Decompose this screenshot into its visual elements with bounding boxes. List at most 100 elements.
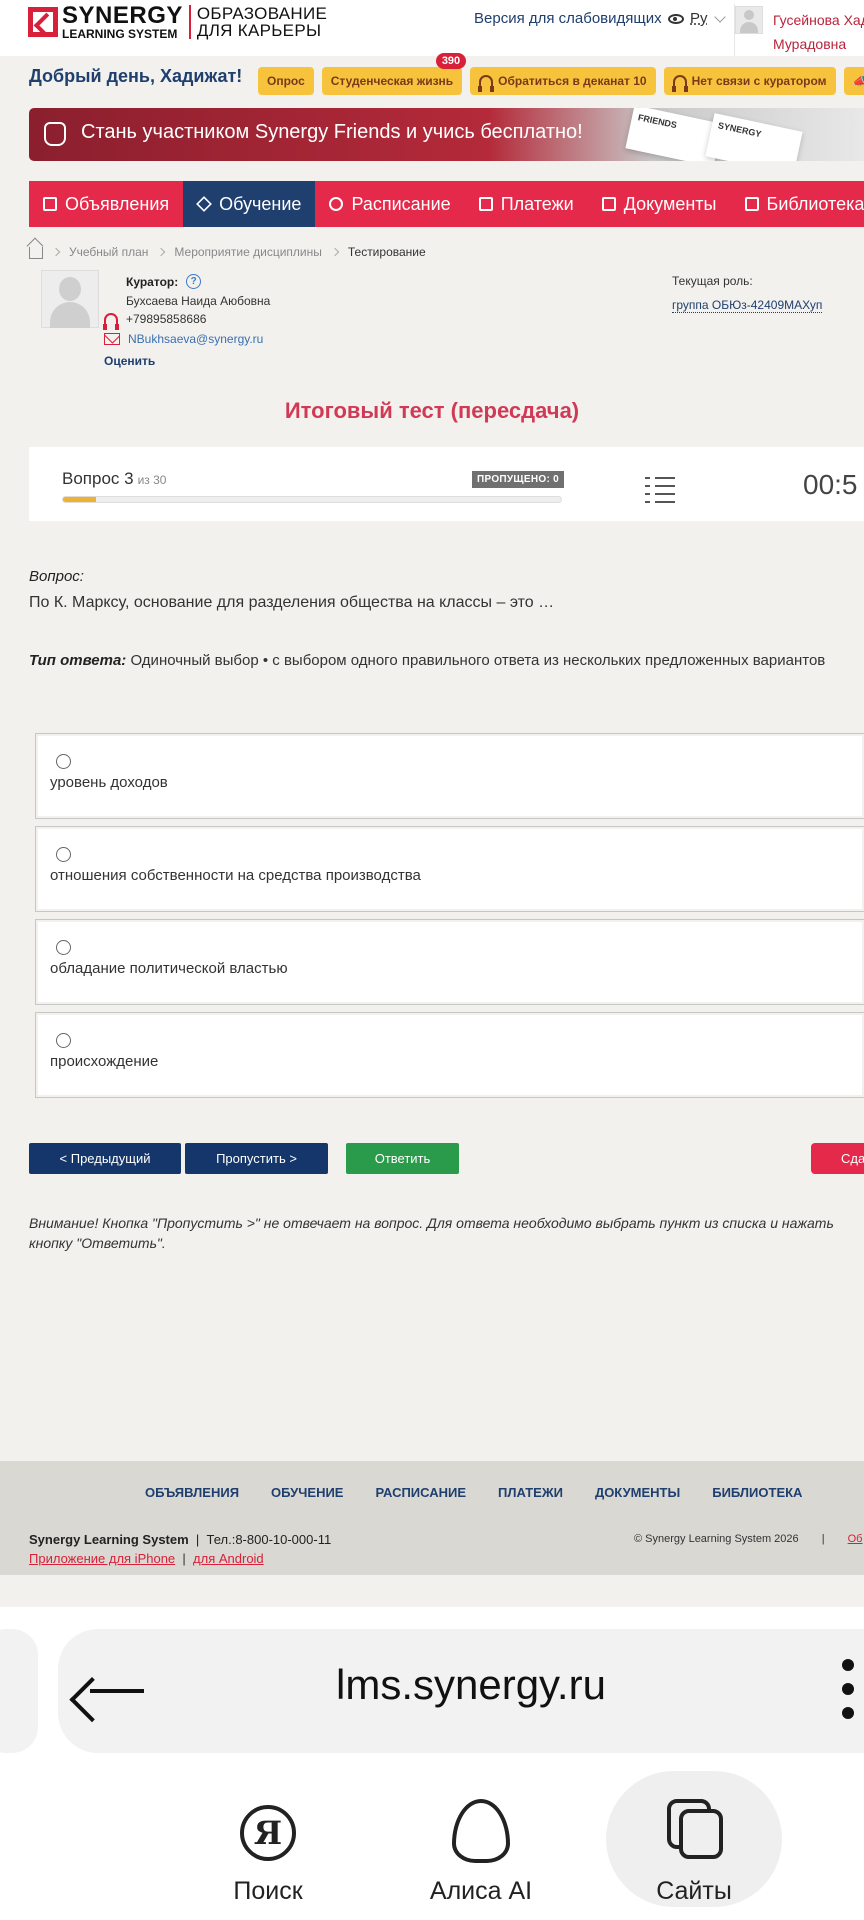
accessibility-label: Версия для слабовидящих bbox=[474, 10, 662, 27]
back-arrow-icon[interactable] bbox=[90, 1689, 144, 1693]
chip-student-life[interactable]: Студенческая жизнь 390 bbox=[321, 53, 467, 95]
question-text: По К. Марксу, основание для разделения о… bbox=[29, 594, 555, 611]
footer-nav: ОБЪЯВЛЕНИЯ ОБУЧЕНИЕ РАСПИСАНИЕ ПЛАТЕЖИ Д… bbox=[145, 1485, 802, 1500]
brand-sub: LEARNING SYSTEM bbox=[62, 27, 178, 41]
banner-card: SYNERGY bbox=[705, 113, 803, 161]
page-title: Итоговый тест (пересдача) bbox=[284, 398, 580, 423]
radio-button[interactable] bbox=[56, 1033, 71, 1048]
question-label: Вопрос: bbox=[29, 568, 84, 585]
chip-announcements[interactable]: 📣 0 bbox=[843, 67, 864, 95]
option-text: происхождение bbox=[50, 1053, 159, 1070]
skipped-badge: ПРОПУЩЕНО: 0 bbox=[472, 471, 565, 488]
main-nav: Объявления Обучение Расписание Платежи Д… bbox=[29, 181, 864, 227]
quick-links: Опрос Студенческая жизнь 390 Обратиться … bbox=[258, 53, 864, 95]
footer-link[interactable]: ОБЪЯВЛЕНИЯ bbox=[145, 1485, 239, 1500]
help-icon[interactable]: ? bbox=[186, 274, 202, 289]
address-bar[interactable]: lms.synergy.ru bbox=[58, 1629, 864, 1753]
footer-link[interactable]: ОБУЧЕНИЕ bbox=[271, 1485, 343, 1500]
question-list-icon[interactable] bbox=[645, 475, 677, 503]
curator-phone: +79895858686 bbox=[103, 312, 206, 330]
graduation-cap-icon bbox=[196, 196, 213, 212]
option-text: отношения собственности на средства прои… bbox=[50, 867, 421, 884]
logo-separator bbox=[188, 5, 191, 39]
clock-icon bbox=[329, 197, 344, 211]
language-select[interactable]: Ру bbox=[690, 10, 726, 27]
answer-option[interactable]: уровень доходов bbox=[35, 733, 864, 819]
previous-tab[interactable] bbox=[0, 1629, 38, 1753]
footer-link[interactable]: ДОКУМЕНТЫ bbox=[595, 1485, 680, 1500]
user-avatar bbox=[735, 6, 763, 34]
logo-mark-icon bbox=[28, 7, 58, 37]
promo-banner[interactable]: Стань участником Synergy Friends и учись… bbox=[29, 108, 864, 161]
headset-icon bbox=[478, 74, 495, 92]
megaphone-icon: 📣 bbox=[852, 74, 864, 88]
chip-deanery[interactable]: Обратиться в деканат 10 bbox=[470, 67, 656, 95]
android-app-link[interactable]: для Android bbox=[193, 1551, 264, 1566]
home-icon[interactable] bbox=[29, 247, 43, 259]
timer: 00:5 bbox=[803, 469, 858, 500]
accessibility-link[interactable]: Версия для слабовидящих bbox=[474, 10, 684, 27]
mail-icon bbox=[104, 333, 120, 345]
footer-link[interactable]: РАСПИСАНИЕ bbox=[375, 1485, 466, 1500]
bottom-nav-search[interactable]: Поиск bbox=[198, 1777, 338, 1907]
document-icon bbox=[601, 197, 616, 211]
previous-button[interactable]: < Предыдущий bbox=[29, 1143, 181, 1174]
curator-label: Куратор: ? bbox=[126, 274, 202, 289]
chip-survey[interactable]: Опрос bbox=[258, 67, 314, 95]
answer-option[interactable]: происхождение bbox=[35, 1012, 864, 1098]
footer-copyright: © Synergy Learning System 2026 | Об bbox=[634, 1533, 863, 1545]
list-icon bbox=[43, 197, 57, 211]
eye-icon bbox=[667, 13, 684, 24]
breadcrumb-item[interactable]: Учебный план bbox=[69, 245, 148, 259]
headset-icon bbox=[103, 312, 119, 330]
nav-announcements[interactable]: Объявления bbox=[29, 181, 183, 227]
skip-button[interactable]: Пропустить > bbox=[185, 1143, 328, 1174]
radio-button[interactable] bbox=[56, 754, 71, 769]
nav-library[interactable]: Библиотека bbox=[731, 181, 864, 227]
test-progress: Вопрос 3 из 30 ПРОПУЩЕНО: 0 00:5 bbox=[29, 447, 864, 521]
chevron-right-icon bbox=[157, 247, 166, 256]
nav-documents[interactable]: Документы bbox=[588, 181, 731, 227]
answer-button[interactable]: Ответить bbox=[346, 1143, 459, 1174]
footer-link[interactable]: БИБЛИОТЕКА bbox=[712, 1485, 802, 1500]
greeting: Добрый день, Хадижат! bbox=[29, 66, 243, 86]
footer-right-link[interactable]: Об bbox=[848, 1533, 863, 1545]
answer-type: Тип ответа: Одиночный выбор • с выбором … bbox=[29, 652, 826, 669]
user-menu[interactable]: Гусейнова Хади Мурадовна bbox=[734, 4, 864, 56]
notification-badge: 390 bbox=[435, 53, 467, 69]
breadcrumb-current: Тестирование bbox=[347, 244, 426, 259]
bottom-nav-alisa[interactable]: Алиса AI bbox=[411, 1777, 551, 1907]
radio-button[interactable] bbox=[56, 847, 71, 862]
tagline-2: ДЛЯ КАРЬЕРЫ bbox=[196, 21, 322, 40]
breadcrumb: Учебный план Мероприятие дисциплины Тест… bbox=[29, 244, 426, 259]
rate-curator-link[interactable]: Оценить bbox=[104, 354, 155, 368]
banner-text: Стань участником Synergy Friends и учись… bbox=[81, 121, 583, 143]
answer-option[interactable]: обладание политической властью bbox=[35, 919, 864, 1005]
breadcrumb-item[interactable]: Мероприятие дисциплины bbox=[174, 245, 321, 259]
chevron-right-icon bbox=[51, 247, 61, 256]
nav-schedule[interactable]: Расписание bbox=[315, 181, 464, 227]
curator-name: Бухсаева Наида Аюбовна bbox=[126, 294, 271, 308]
tagline-1: ОБРАЗОВАНИЕ bbox=[196, 4, 328, 23]
footer-link[interactable]: ПЛАТЕЖИ bbox=[498, 1485, 563, 1500]
submit-button[interactable]: Сдать bbox=[811, 1143, 864, 1174]
synergy-logo[interactable]: SYNERGY LEARNING SYSTEM ОБРАЗОВАНИЕ ДЛЯ … bbox=[28, 4, 327, 40]
option-text: обладание политической властью bbox=[50, 960, 288, 977]
brand-main: SYNERGY bbox=[62, 2, 183, 29]
footer-app-links: Приложение для iPhone | для Android bbox=[29, 1551, 264, 1566]
chevron-down-icon bbox=[713, 10, 726, 23]
role-label: Текущая роль: bbox=[672, 274, 753, 288]
nav-learning[interactable]: Обучение bbox=[183, 181, 316, 227]
bottom-nav-sites[interactable]: Сайты bbox=[624, 1777, 764, 1907]
curator-email[interactable]: NBukhsaeva@synergy.ru bbox=[104, 332, 263, 346]
chevron-right-icon bbox=[330, 247, 340, 256]
iphone-app-link[interactable]: Приложение для iPhone bbox=[29, 1551, 175, 1566]
answer-option[interactable]: отношения собственности на средства прои… bbox=[35, 826, 864, 912]
more-menu-icon[interactable] bbox=[842, 1659, 854, 1723]
chip-no-curator[interactable]: Нет связи с куратором bbox=[663, 67, 836, 95]
headset-icon bbox=[671, 74, 688, 92]
radio-button[interactable] bbox=[56, 940, 71, 955]
curator-avatar bbox=[41, 270, 99, 328]
role-select[interactable]: группа ОБЮз-42409МАХуп bbox=[672, 298, 823, 313]
nav-payments[interactable]: Платежи bbox=[465, 181, 588, 227]
